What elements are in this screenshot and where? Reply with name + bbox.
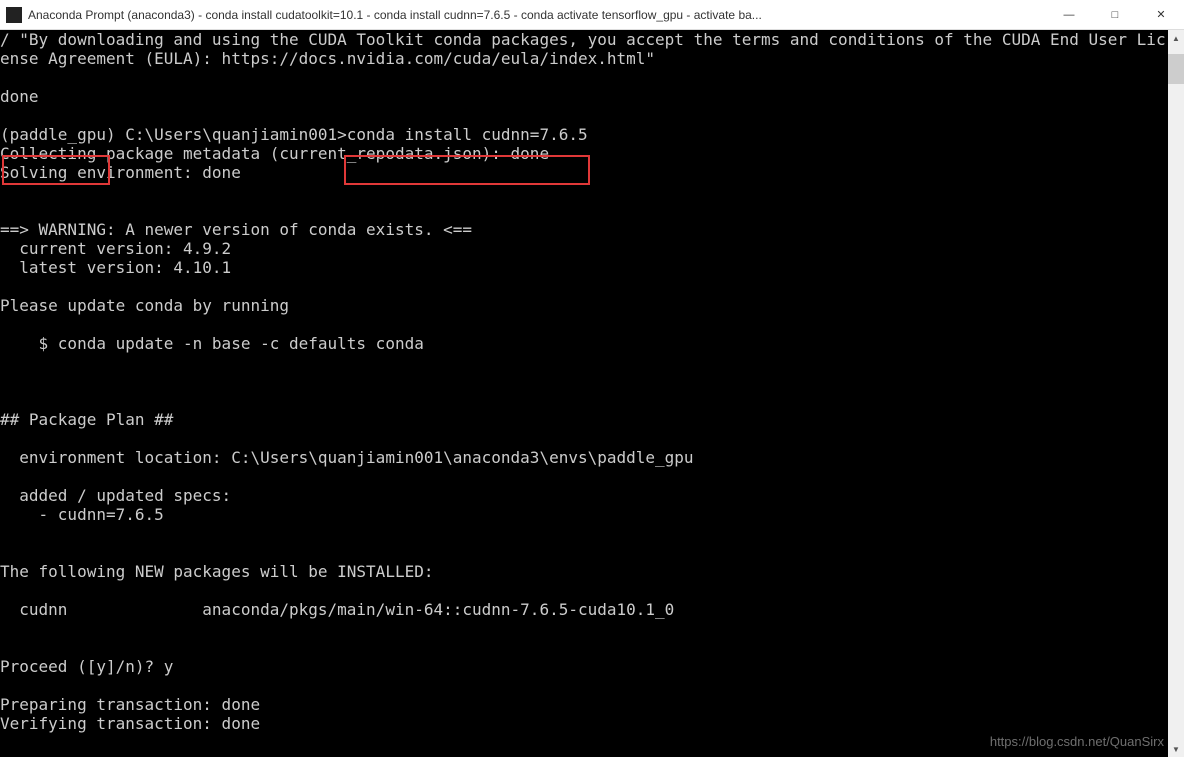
- terminal-line: added / updated specs:: [0, 486, 231, 505]
- terminal-line: cudnn anaconda/pkgs/main/win-64::cudnn-7…: [0, 600, 674, 619]
- terminal-line: The following NEW packages will be INSTA…: [0, 562, 433, 581]
- app-icon: [6, 7, 22, 23]
- terminal-line: done: [0, 87, 39, 106]
- terminal-line: Verifying transaction: done: [0, 714, 260, 733]
- terminal-line: $ conda update -n base -c defaults conda: [0, 334, 424, 353]
- prompt-path: C:\Users\quanjiamin001>: [116, 125, 347, 144]
- terminal-output[interactable]: / "By downloading and using the CUDA Too…: [0, 30, 1168, 757]
- close-button[interactable]: ✕: [1138, 0, 1184, 29]
- terminal-line: ## Package Plan ##: [0, 410, 173, 429]
- prompt-env: (paddle_gpu): [0, 125, 116, 144]
- scrollbar-track[interactable]: [1168, 46, 1184, 741]
- terminal-line: environment location: C:\Users\quanjiami…: [0, 448, 694, 467]
- window-title: Anaconda Prompt (anaconda3) - conda inst…: [28, 8, 1046, 22]
- minimize-button[interactable]: —: [1046, 0, 1092, 29]
- titlebar[interactable]: Anaconda Prompt (anaconda3) - conda inst…: [0, 0, 1184, 30]
- scrollbar[interactable]: ▲ ▼: [1168, 30, 1184, 757]
- terminal-container: / "By downloading and using the CUDA Too…: [0, 30, 1184, 757]
- scrollbar-up-button[interactable]: ▲: [1168, 30, 1184, 46]
- terminal-line: / "By downloading and using the CUDA Too…: [0, 30, 1166, 49]
- terminal-line: - cudnn=7.6.5: [0, 505, 164, 524]
- terminal-line: Proceed ([y]/n)? y: [0, 657, 173, 676]
- terminal-line: Please update conda by running: [0, 296, 289, 315]
- terminal-line: latest version: 4.10.1: [0, 258, 231, 277]
- titlebar-controls: — □ ✕: [1046, 0, 1184, 29]
- terminal-line: Preparing transaction: done: [0, 695, 260, 714]
- prompt-command: conda install cudnn=7.6.5: [347, 125, 588, 144]
- watermark-text: https://blog.csdn.net/QuanSirx: [990, 734, 1164, 749]
- window: Anaconda Prompt (anaconda3) - conda inst…: [0, 0, 1184, 757]
- scrollbar-thumb[interactable]: [1168, 54, 1184, 84]
- terminal-line: ==> WARNING: A newer version of conda ex…: [0, 220, 472, 239]
- terminal-line: ense Agreement (EULA): https://docs.nvid…: [0, 49, 655, 68]
- terminal-line: Solving environment: done: [0, 163, 241, 182]
- terminal-line: current version: 4.9.2: [0, 239, 231, 258]
- scrollbar-down-button[interactable]: ▼: [1168, 741, 1184, 757]
- terminal-line: Collecting package metadata (current_rep…: [0, 144, 549, 163]
- maximize-button[interactable]: □: [1092, 0, 1138, 29]
